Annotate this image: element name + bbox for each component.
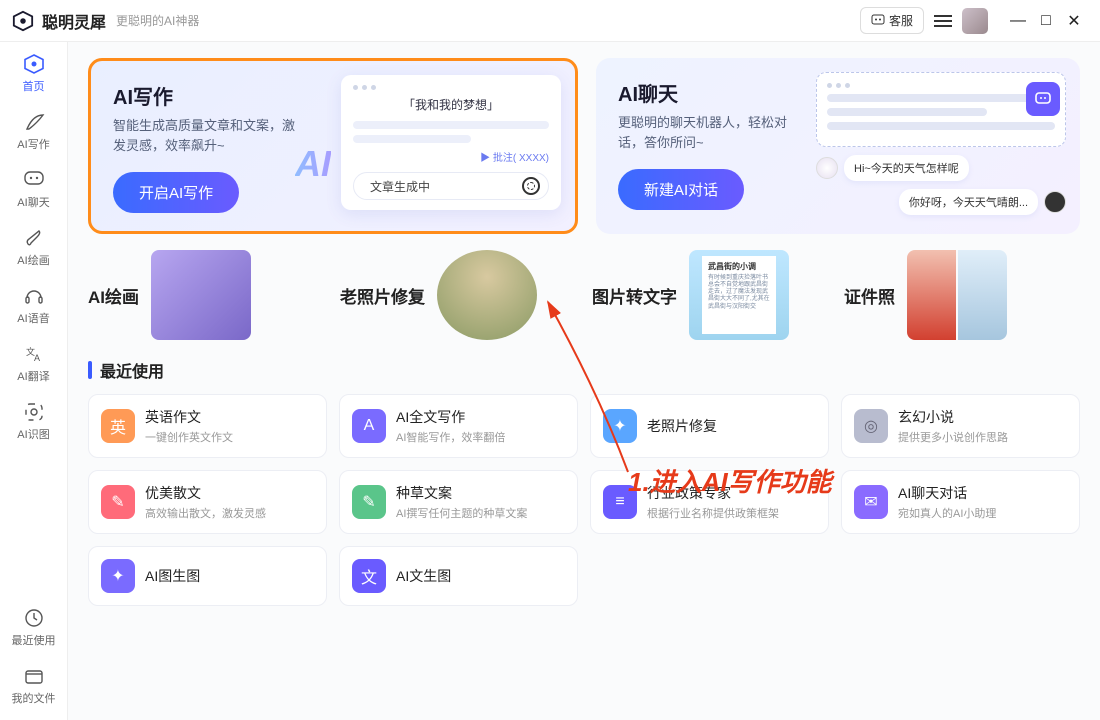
app-brand: 聪明灵犀: [42, 9, 106, 33]
bot-avatar-icon: [1044, 191, 1066, 213]
card-title: AI全文写作: [396, 407, 505, 427]
card-icon: ✎: [352, 485, 386, 519]
sidebar-item-voice[interactable]: AI语音: [17, 284, 49, 326]
sidebar-item-writing[interactable]: AI写作: [17, 110, 49, 152]
ocr-thumb: 武昌街的小调有时候到重庆捡落叶书总会不自觉地跟武昌街走去，过了魔法发现武昌街大大…: [689, 250, 789, 340]
card-sub: 根据行业名称提供政策框架: [647, 505, 779, 521]
card-title: 老照片修复: [647, 416, 717, 436]
card-title: AI文生图: [396, 566, 451, 586]
new-chat-button[interactable]: 新建AI对话: [618, 169, 744, 210]
user-avatar[interactable]: [962, 8, 988, 34]
paint-thumb: [151, 250, 251, 340]
card-title: AI聊天对话: [898, 483, 996, 503]
sidebar-item-ocr[interactable]: AI识图: [17, 400, 49, 442]
reply-icon: [1026, 82, 1060, 116]
menu-icon[interactable]: [934, 14, 952, 28]
card-icon: 文: [352, 559, 386, 593]
recent-card[interactable]: ✉ AI聊天对话 宛如真人的AI小助理: [841, 470, 1080, 534]
recent-card[interactable]: ✎ 种草文案 AI撰写任何主题的种草文案: [339, 470, 578, 534]
card-icon: ✦: [101, 559, 135, 593]
card-icon: ✉: [854, 485, 888, 519]
recent-card[interactable]: ✦ AI图生图: [88, 546, 327, 606]
sidebar: 首页 AI写作 AI聊天 AI绘画 AI语音 文A AI翻译 AI识图: [0, 42, 68, 720]
sidebar-item-files[interactable]: 我的文件: [12, 664, 56, 706]
sidebar-item-translate[interactable]: 文A AI翻译: [17, 342, 49, 384]
window-close[interactable]: ✕: [1060, 11, 1088, 31]
app-subtitle: 更聪明的AI神器: [116, 12, 199, 29]
translate-icon: 文A: [23, 343, 45, 365]
recent-card[interactable]: 文 AI文生图: [339, 546, 578, 606]
tool-ocr[interactable]: 图片转文字武昌街的小调有时候到重庆捡落叶书总会不自觉地跟武昌街走去，过了魔法发现…: [592, 250, 828, 340]
annotation-label: 1.进入AI写作功能: [628, 462, 832, 499]
card-icon: A: [352, 409, 386, 443]
card-icon: 英: [101, 409, 135, 443]
card-title: AI图生图: [145, 566, 200, 586]
tool-paint[interactable]: AI绘画: [88, 250, 324, 340]
card-icon: ✦: [603, 409, 637, 443]
recent-card[interactable]: 英 英语作文 一键创作英文作文: [88, 394, 327, 458]
recent-grid: 英 英语作文 一键创作英文作文A AI全文写作 AI智能写作，效率翻倍✦ 老照片…: [88, 394, 1080, 606]
card-sub: 提供更多小说创作思路: [898, 429, 1008, 445]
window-minimize[interactable]: —: [1004, 12, 1032, 30]
clock-icon: [23, 607, 45, 629]
restore-thumb: [437, 250, 537, 340]
sidebar-item-chat[interactable]: AI聊天: [17, 168, 49, 210]
card-sub: 一键创作英文作文: [145, 429, 233, 445]
chat-preview: Hi~今天的天气怎样呢 你好呀，今天天气晴朗...: [816, 72, 1066, 220]
card-title: 英语作文: [145, 407, 233, 427]
recent-card[interactable]: A AI全文写作 AI智能写作，效率翻倍: [339, 394, 578, 458]
sidebar-item-recent[interactable]: 最近使用: [12, 606, 56, 648]
recent-card[interactable]: ✦ 老照片修复: [590, 394, 829, 458]
chat-icon: [23, 169, 45, 191]
recent-card[interactable]: ◎ 玄幻小说 提供更多小说创作思路: [841, 394, 1080, 458]
spinner-icon: [522, 177, 540, 195]
brush-icon: [23, 227, 45, 249]
card-title: 优美散文: [145, 483, 266, 503]
recent-card[interactable]: ✎ 优美散文 高效输出散文，激发灵感: [88, 470, 327, 534]
card-icon: ◎: [854, 409, 888, 443]
card-sub: AI撰写任何主题的种草文案: [396, 505, 527, 521]
headset-icon: [23, 285, 45, 307]
idphoto-thumb: [907, 250, 1007, 340]
card-sub: 宛如真人的AI小助理: [898, 505, 996, 521]
service-button[interactable]: 客服: [860, 7, 924, 34]
hexagon-icon: [23, 53, 45, 75]
folder-icon: [23, 665, 45, 687]
main-content: AI写作 智能生成高质量文章和文案，激发灵感，效率飙升~ 开启AI写作 AI 「…: [68, 42, 1100, 720]
avatar-icon: [816, 157, 838, 179]
card-title: 玄幻小说: [898, 407, 1008, 427]
svg-text:A: A: [34, 353, 40, 363]
hero-chat-desc: 更聪明的聊天机器人，轻松对话，答你所问~: [618, 113, 808, 153]
hero-writing[interactable]: AI写作 智能生成高质量文章和文案，激发灵感，效率飙升~ 开启AI写作 AI 「…: [88, 58, 578, 234]
recent-heading: 最近使用: [88, 358, 1080, 382]
card-sub: AI智能写作，效率翻倍: [396, 429, 505, 445]
hero-writing-desc: 智能生成高质量文章和文案，激发灵感，效率飙升~: [113, 116, 303, 156]
card-sub: 高效输出散文，激发灵感: [145, 505, 266, 521]
sidebar-item-home[interactable]: 首页: [22, 52, 46, 94]
sidebar-item-paint[interactable]: AI绘画: [17, 226, 49, 268]
hero-chat[interactable]: AI聊天 更聪明的聊天机器人，轻松对话，答你所问~ 新建AI对话 Hi~今天的天…: [596, 58, 1080, 234]
chat-bubble-icon: [871, 14, 885, 28]
window-maximize[interactable]: □: [1032, 12, 1060, 30]
app-logo-icon: [12, 10, 34, 32]
tool-idphoto[interactable]: 证件照: [844, 250, 1080, 340]
writing-preview: AI 「我和我的梦想」 ▶ 批注( XXXX) 文章生成中: [341, 75, 561, 217]
scan-icon: [23, 401, 45, 423]
tool-restore[interactable]: 老照片修复: [340, 250, 576, 340]
card-icon: ✎: [101, 485, 135, 519]
titlebar: 聪明灵犀 更聪明的AI神器 客服 — □ ✕: [0, 0, 1100, 42]
card-title: 种草文案: [396, 483, 527, 503]
feather-icon: [23, 111, 45, 133]
ai-badge-icon: AI: [295, 143, 331, 185]
start-writing-button[interactable]: 开启AI写作: [113, 172, 239, 213]
